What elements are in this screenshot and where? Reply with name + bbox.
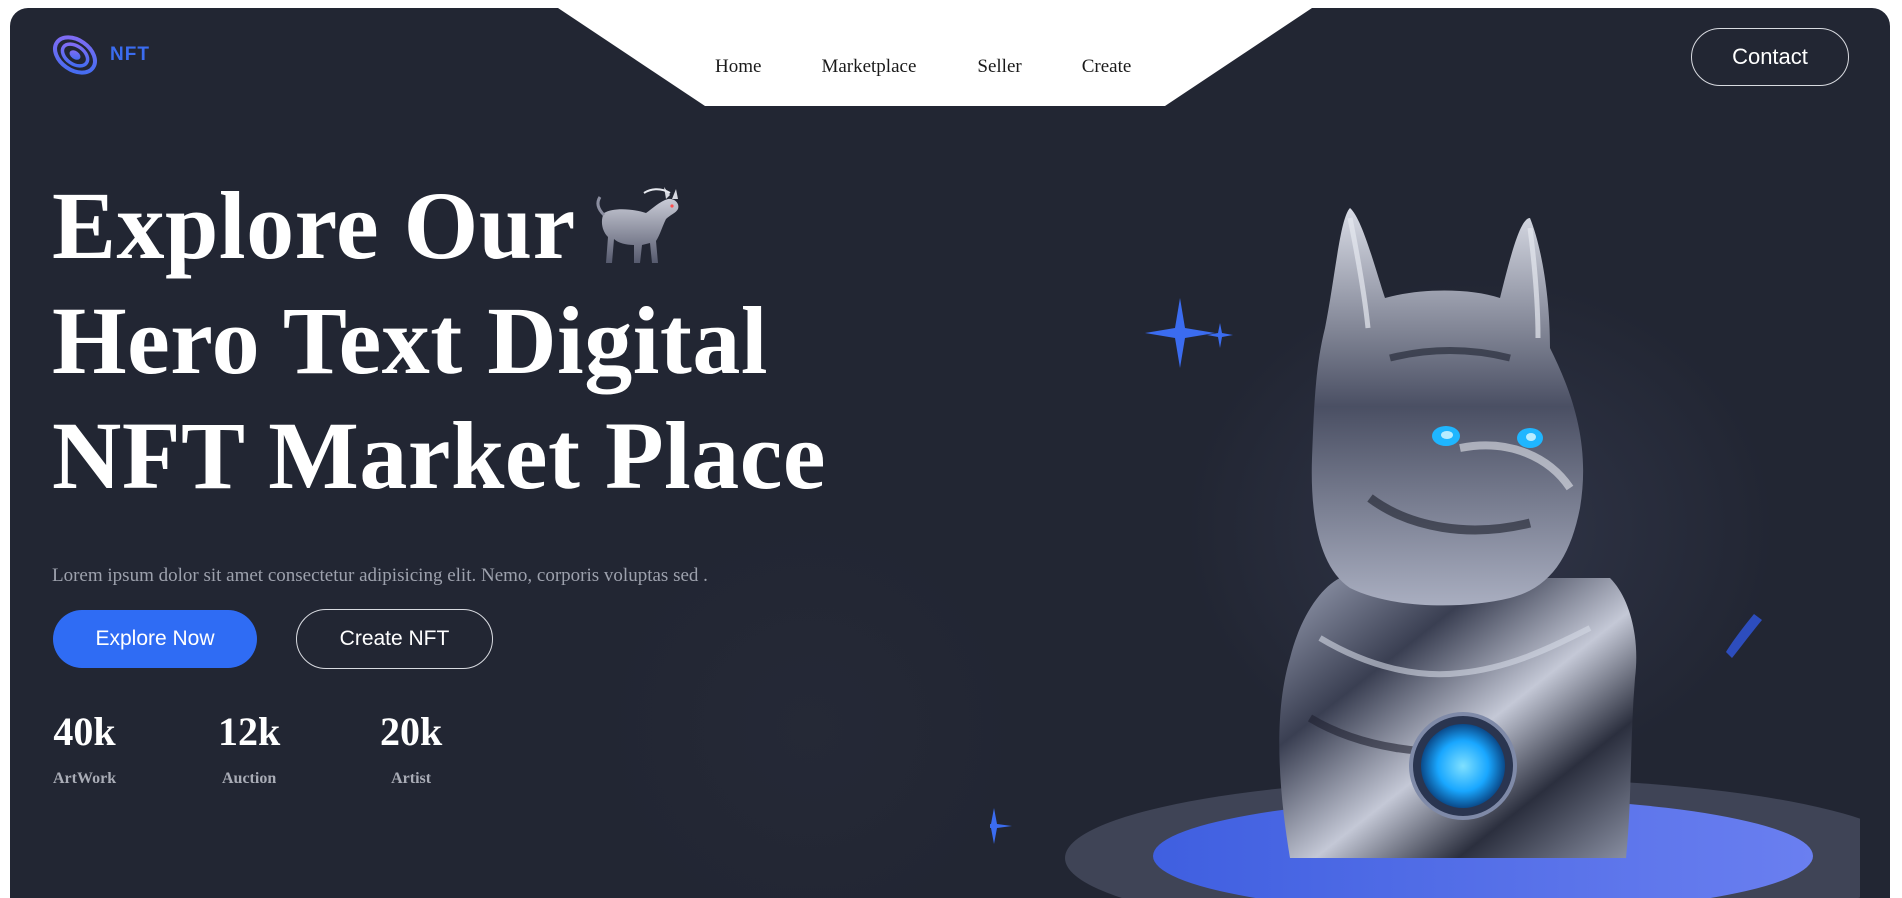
stat-artwork: 40k ArtWork [53,708,116,788]
hero-description: Lorem ipsum dolor sit amet consectetur a… [52,565,708,586]
hero-title-line-1-text: Explore Our [52,172,576,279]
main-nav: Home Marketplace Seller Create [715,56,1131,78]
chrome-dog-statue-image [990,208,1860,898]
create-nft-button[interactable]: Create NFT [296,609,493,669]
swirl-logo-icon [53,35,97,75]
stat-auction: 12k Auction [218,708,280,788]
stat-label: Auction [222,770,277,787]
nav-link-marketplace[interactable]: Marketplace [821,56,916,78]
hero-title-line-3: NFT Market Place [52,402,826,509]
stat-value: 20k [380,709,443,754]
robot-wolf-icon [596,186,679,263]
stat-label: Artist [391,770,432,787]
nav-link-home[interactable]: Home [715,56,761,78]
brand-logo[interactable]: NFT [50,32,150,78]
hero-title-line-1: Explore Our [52,168,826,283]
nav-link-seller[interactable]: Seller [977,56,1021,78]
stat-label: ArtWork [53,770,117,787]
stat-artist: 20k Artist [380,708,442,788]
contact-button[interactable]: Contact [1691,28,1849,86]
nav-link-create[interactable]: Create [1082,56,1132,78]
logo-text: NFT [110,44,150,65]
stat-value: 12k [218,709,281,754]
hero-title: Explore Our Hero Text Digital NFT Market… [52,168,826,513]
stat-value: 40k [53,709,116,754]
explore-now-button[interactable]: Explore Now [53,610,257,668]
hero-title-line-2: Hero Text Digital [52,287,769,394]
hero-section: NFT Home Marketplace Seller Create Conta… [10,8,1890,898]
